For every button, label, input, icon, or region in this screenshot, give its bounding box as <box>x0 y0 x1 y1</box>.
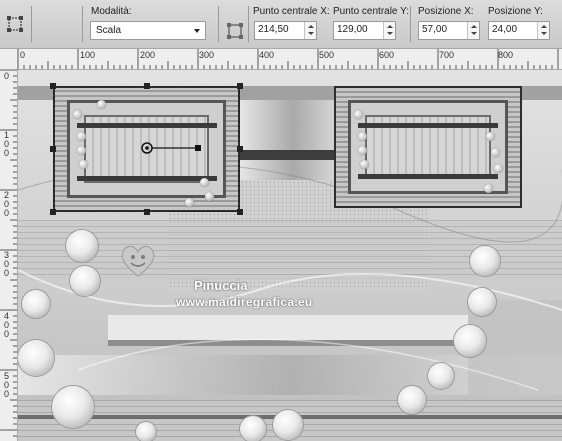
toolbar-separator <box>82 6 83 42</box>
center-x-field[interactable]: 214,50 <box>254 21 317 40</box>
spinner-buttons[interactable] <box>304 22 316 39</box>
mode-select[interactable]: Scala <box>90 21 206 40</box>
pearl-bead <box>491 148 500 157</box>
ruler-label: 0 <box>4 71 10 81</box>
spinner-buttons[interactable] <box>467 22 479 39</box>
bubble <box>454 325 486 357</box>
pearl-bead <box>354 110 363 119</box>
ruler-label: 5 0 0 <box>4 371 10 399</box>
watermark-name: Pinuccia <box>194 278 248 293</box>
resize-handle-top-right[interactable] <box>237 83 243 89</box>
center-x-value: 214,50 <box>258 24 289 35</box>
spin-up-icon[interactable] <box>541 25 547 28</box>
toolbar-separator <box>31 6 32 42</box>
ruler-label: 300 <box>199 50 215 60</box>
resize-handle-top-left[interactable] <box>50 83 56 89</box>
center-y-field[interactable]: 129,00 <box>333 21 396 40</box>
frame-right-bar <box>358 123 498 128</box>
frame-right-inner <box>348 100 508 194</box>
toolbar-separator <box>410 6 411 42</box>
bubble <box>470 246 500 276</box>
ruler-label: 3 0 0 <box>4 250 10 278</box>
bubble <box>66 230 98 262</box>
ruler-label: 0 <box>20 50 26 60</box>
center-y-label: Punto centrale Y: <box>333 6 409 17</box>
pivot-center-dot <box>145 146 149 150</box>
center-y-value: 129,00 <box>337 24 368 35</box>
pearl-bead <box>360 160 369 169</box>
resize-handle-bottom-right[interactable] <box>237 209 243 215</box>
spinner-buttons[interactable] <box>537 22 549 39</box>
position-y-value: 24,00 <box>492 24 518 35</box>
center-x-label: Punto centrale X: <box>253 6 330 17</box>
heart-logo-icon <box>121 245 155 277</box>
position-x-label: Posizione X: <box>418 6 474 17</box>
bubble <box>273 410 303 440</box>
ruler-label: 600 <box>379 50 395 60</box>
position-x-field[interactable]: 57,00 <box>418 21 480 40</box>
bubble <box>240 416 266 441</box>
ruler-label: 700 <box>439 50 455 60</box>
bubble <box>22 290 50 318</box>
bubble <box>428 363 454 389</box>
position-y-label: Posizione Y: <box>488 6 543 17</box>
spin-down-icon[interactable] <box>541 32 547 35</box>
ruler-label: 200 <box>140 50 156 60</box>
pearl-bead <box>484 184 493 193</box>
resize-handle-left[interactable] <box>50 146 56 152</box>
chevron-down-icon <box>194 29 200 33</box>
bubble <box>52 386 94 428</box>
toolbar-separator <box>248 6 249 42</box>
spin-up-icon[interactable] <box>387 25 393 28</box>
pearl-bead <box>486 132 495 141</box>
ruler-label: 1 0 0 <box>4 130 10 158</box>
resize-handle-right[interactable] <box>237 146 243 152</box>
position-x-value: 57,00 <box>422 24 448 35</box>
image-canvas[interactable]: Pinuccia www.maidiregrafica.eu <box>18 70 562 441</box>
spin-up-icon[interactable] <box>308 25 314 28</box>
ruler-label: 100 <box>80 50 96 60</box>
pearl-bead <box>358 146 367 155</box>
mode-label: Modalità: <box>91 6 132 17</box>
tool-options-toolbar: Modalità: Scala Punto centrale X: 214,50… <box>0 0 562 49</box>
position-center-icon[interactable] <box>226 22 244 40</box>
bubble <box>18 340 54 376</box>
spin-up-icon[interactable] <box>471 25 477 28</box>
ruler-label: 800 <box>498 50 514 60</box>
rotation-grip[interactable] <box>195 145 201 151</box>
spin-down-icon[interactable] <box>308 32 314 35</box>
frame-right-bar <box>358 174 498 179</box>
ruler-label: 4 0 0 <box>4 311 10 339</box>
vertical-ruler[interactable]: 0 1 0 0 2 0 0 3 0 0 4 0 0 5 0 0 <box>0 69 18 441</box>
ruler-label: 2 0 0 <box>4 190 10 218</box>
frame-right <box>334 86 522 208</box>
bubble <box>70 266 100 296</box>
bubble <box>398 386 426 414</box>
bubble <box>136 422 156 441</box>
resize-handle-bottom-left[interactable] <box>50 209 56 215</box>
watermark-url: www.maidiregrafica.eu <box>176 295 313 309</box>
resize-handle-bottom[interactable] <box>144 209 150 215</box>
toolbar-separator <box>218 6 219 42</box>
position-y-field[interactable]: 24,00 <box>488 21 550 40</box>
rotation-handle[interactable] <box>140 139 230 159</box>
mode-select-value: Scala <box>96 25 122 36</box>
ruler-label: 400 <box>259 50 275 60</box>
spinner-buttons[interactable] <box>383 22 395 39</box>
ruler-label: 500 <box>319 50 335 60</box>
spin-down-icon[interactable] <box>387 32 393 35</box>
horizontal-ruler[interactable]: 0 100 200 300 400 500 600 700 800 <box>0 49 562 70</box>
pearl-bead <box>494 164 503 173</box>
pick-tool-icon[interactable] <box>6 15 24 33</box>
bubble <box>468 288 496 316</box>
spin-down-icon[interactable] <box>471 32 477 35</box>
pearl-bead <box>358 132 367 141</box>
resize-handle-top[interactable] <box>144 83 150 89</box>
